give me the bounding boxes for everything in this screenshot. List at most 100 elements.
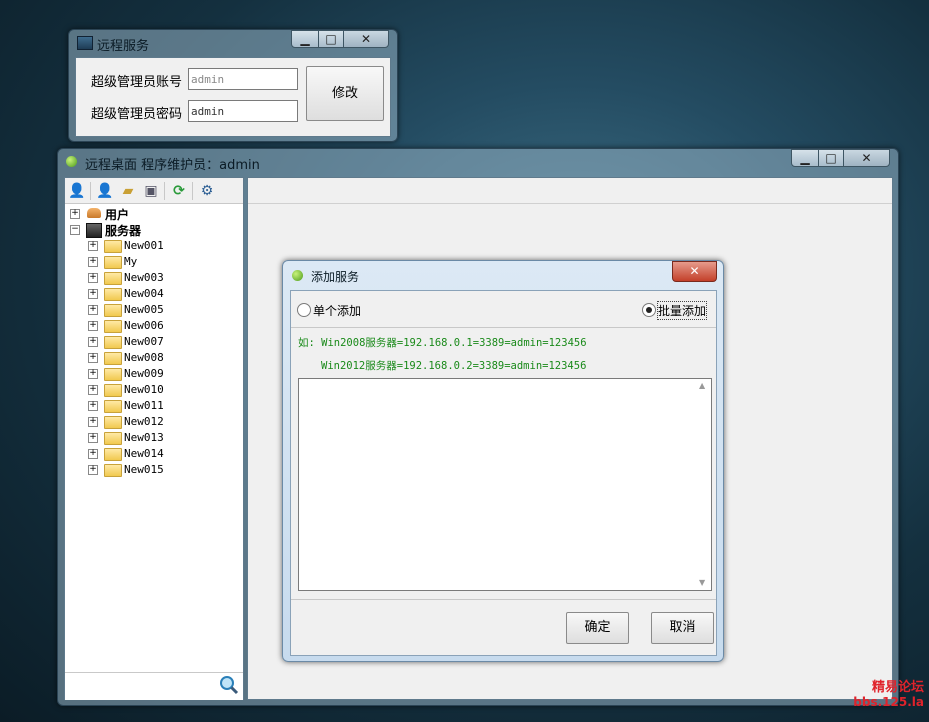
expand-icon[interactable]: +: [88, 385, 98, 395]
tree-node-server[interactable]: + New013: [65, 430, 235, 446]
content-top-divider: [248, 203, 892, 204]
textarea-scrollbar[interactable]: ▲ ▼: [697, 379, 711, 590]
add-server-icon[interactable]: ▣: [142, 182, 160, 200]
tree-node-servers[interactable]: − 服务器: [65, 222, 235, 238]
refresh-icon[interactable]: ⟳: [170, 182, 188, 200]
tree-node-server[interactable]: + New015: [65, 462, 235, 478]
tree-node-server[interactable]: + New011: [65, 398, 235, 414]
maximize-button[interactable]: □: [818, 149, 844, 167]
expand-icon[interactable]: +: [88, 257, 98, 267]
tree-node-server[interactable]: + New006: [65, 318, 235, 334]
server-name: New010: [124, 383, 164, 396]
tree-node-server[interactable]: + My: [65, 254, 235, 270]
folder-icon: [104, 288, 122, 301]
servers-label: 服务器: [105, 224, 142, 238]
expand-icon[interactable]: +: [88, 417, 98, 427]
radio-single[interactable]: [297, 303, 311, 317]
ok-button[interactable]: 确定: [566, 612, 629, 644]
tree-node-server[interactable]: + New009: [65, 366, 235, 382]
expand-icon[interactable]: +: [88, 241, 98, 251]
expand-icon[interactable]: +: [88, 273, 98, 283]
server-name: New003: [124, 271, 164, 284]
user-icon[interactable]: 👤: [68, 182, 86, 200]
folder-icon: [104, 240, 122, 253]
left-panel: 👤 👤 ▰ ▣ ⟳ ⚙ + 用户 − 服务器 + New001 + My + New003…: [64, 177, 244, 700]
expand-icon[interactable]: +: [88, 433, 98, 443]
folder-icon: [104, 416, 122, 429]
server-name: New015: [124, 463, 164, 476]
account-label: 超级管理员账号: [91, 75, 183, 90]
window-app-icon: [77, 36, 93, 50]
folder-icon: [104, 272, 122, 285]
server-name: New009: [124, 367, 164, 380]
add-folder-icon[interactable]: ▰: [119, 182, 137, 200]
server-name: New013: [124, 431, 164, 444]
tree-node-server[interactable]: + New004: [65, 286, 235, 302]
tree-node-users[interactable]: + 用户: [65, 206, 235, 222]
scroll-down-icon[interactable]: ▼: [699, 578, 705, 587]
dialog-close-button[interactable]: ✕: [672, 261, 717, 282]
folder-icon: [104, 304, 122, 317]
expand-icon[interactable]: +: [88, 369, 98, 379]
remote-service-window: 远程服务 ▁ □ ✕ 超级管理员账号 admin 超级管理员密码 admin 修…: [68, 29, 398, 142]
close-button[interactable]: ✕: [843, 149, 890, 167]
watermark-url: bbs.125.la: [853, 695, 924, 709]
tree-node-server[interactable]: + New007: [65, 334, 235, 350]
close-button[interactable]: ✕: [343, 30, 389, 48]
expand-icon[interactable]: +: [88, 305, 98, 315]
forum-watermark: 精易论坛 bbs.125.la: [846, 680, 924, 709]
expand-icon[interactable]: +: [88, 289, 98, 299]
scroll-up-icon[interactable]: ▲: [699, 381, 705, 390]
tree-node-server[interactable]: + New008: [65, 350, 235, 366]
expand-icon[interactable]: +: [88, 321, 98, 331]
server-name: My: [124, 255, 138, 268]
batch-input-textarea[interactable]: [298, 378, 712, 591]
folder-icon: [104, 320, 122, 333]
expand-icon[interactable]: +: [88, 401, 98, 411]
expand-icon[interactable]: +: [88, 353, 98, 363]
expand-icon[interactable]: +: [70, 209, 80, 219]
server-name: New008: [124, 351, 164, 364]
add-service-dialog: 添加服务 ✕ 单个添加 批量添加 如: Win2008服务器=192.168.0…: [282, 260, 724, 662]
search-icon[interactable]: [219, 675, 239, 695]
single-add-label[interactable]: 单个添加: [313, 302, 361, 319]
folder-icon: [104, 432, 122, 445]
dialog-app-icon: [292, 270, 303, 281]
batch-add-label[interactable]: 批量添加: [656, 301, 708, 320]
tree-node-server[interactable]: + New010: [65, 382, 235, 398]
collapse-icon[interactable]: −: [70, 225, 80, 235]
tree-node-server[interactable]: + New012: [65, 414, 235, 430]
expand-icon[interactable]: +: [88, 465, 98, 475]
window-title: 远程服务: [97, 39, 150, 54]
minimize-button[interactable]: ▁: [291, 30, 319, 48]
app-logo-icon: [66, 156, 77, 167]
expand-icon[interactable]: +: [88, 337, 98, 347]
maximize-button[interactable]: □: [318, 30, 344, 48]
window-title: 远程桌面 程序维护员：admin: [85, 158, 260, 173]
cancel-button[interactable]: 取消: [651, 612, 714, 644]
folder-icon: [104, 400, 122, 413]
tree-node-server[interactable]: + New014: [65, 446, 235, 462]
server-icon: [86, 223, 102, 238]
minimize-button[interactable]: ▁: [791, 149, 819, 167]
watermark-title: 精易论坛: [871, 680, 924, 695]
server-name: New001: [124, 239, 164, 252]
toolbar-divider: [164, 182, 165, 200]
modify-button[interactable]: 修改: [306, 66, 384, 121]
tree-node-server[interactable]: + New003: [65, 270, 235, 286]
users-icon: [87, 208, 101, 218]
password-field[interactable]: admin: [188, 100, 298, 122]
folder-icon: [104, 448, 122, 461]
radio-batch[interactable]: [642, 303, 656, 317]
add-user-icon[interactable]: 👤: [96, 182, 114, 200]
account-field[interactable]: admin: [188, 68, 298, 90]
server-name: New006: [124, 319, 164, 332]
tree-node-server[interactable]: + New005: [65, 302, 235, 318]
tree-node-server[interactable]: + New001: [65, 238, 235, 254]
settings-icon[interactable]: ⚙: [198, 182, 216, 200]
mode-divider: [291, 327, 716, 328]
window-body: 超级管理员账号 admin 超级管理员密码 admin 修改: [75, 57, 391, 137]
folder-icon: [104, 384, 122, 397]
expand-icon[interactable]: +: [88, 449, 98, 459]
server-name: New012: [124, 415, 164, 428]
